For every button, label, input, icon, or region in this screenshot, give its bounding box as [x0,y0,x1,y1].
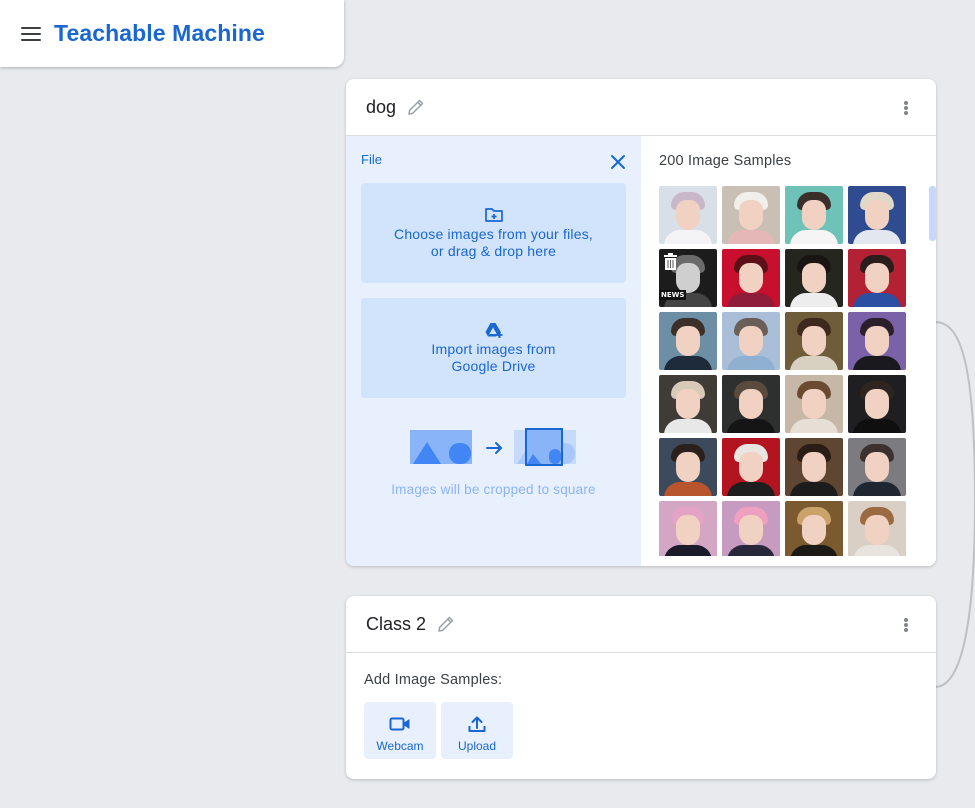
sample-thumbnail[interactable] [848,249,906,307]
class-card-dog: dog File Choose images from your files, … [346,79,936,566]
sample-thumbnail[interactable] [785,186,843,244]
sample-thumbnail[interactable] [785,312,843,370]
sample-thumbnail[interactable] [785,438,843,496]
sample-thumbnail[interactable]: NEWS [659,249,717,307]
sample-thumbnail[interactable] [722,375,780,433]
pencil-icon[interactable] [436,614,456,634]
file-label: File [361,152,382,167]
sample-thumbnail[interactable] [722,501,780,556]
sample-thumbnail[interactable] [659,312,717,370]
more-vert-icon[interactable] [898,617,914,633]
sample-thumbnail[interactable] [848,375,906,433]
webcam-button[interactable]: Webcam [364,702,436,759]
samples-scrollbar[interactable] [929,186,936,241]
google-drive-icon [485,323,502,338]
sample-thumbnail[interactable] [722,186,780,244]
app-header: Teachable Machine [0,0,344,67]
sample-thumbnail[interactable] [785,249,843,307]
sample-thumbnail[interactable] [722,312,780,370]
sample-thumbnail[interactable] [848,186,906,244]
upload-button[interactable]: Upload [441,702,513,759]
sample-thumbnail[interactable] [785,375,843,433]
video-camera-icon [389,717,410,731]
sample-thumbnail[interactable] [659,501,717,556]
samples-count: 200 Image Samples [659,153,792,169]
sample-thumbnail[interactable] [848,312,906,370]
menu-icon[interactable] [21,26,41,42]
drive-line2: Google Drive [451,358,536,374]
sample-thumbnail[interactable] [659,186,717,244]
samples-grid: NEWS [659,186,909,556]
folder-add-icon [484,208,503,222]
class-card-header: Class 2 [346,596,936,653]
sample-thumbnail[interactable] [848,501,906,556]
news-tag: NEWS [659,290,687,300]
class-card-class-2: Class 2 Add Image Samples: Webcam Upload [346,596,936,779]
choose-files-line1: Choose images from your files, [394,226,593,242]
crop-note: Images will be cropped to square [391,482,596,497]
add-samples-label: Add Image Samples: [364,672,503,688]
sample-thumbnail[interactable] [659,375,717,433]
app-title: Teachable Machine [54,20,265,46]
samples-panel: 200 Image Samples NEWS [641,136,936,566]
class-name[interactable]: Class 2 [366,614,426,635]
upload-icon [468,716,486,732]
close-icon[interactable] [609,153,627,171]
upload-panel: File Choose images from your files, or d… [346,136,641,566]
connector-line [934,321,975,688]
class-card-header: dog [346,79,936,136]
upload-label: Upload [457,739,497,753]
sample-thumbnail[interactable] [785,501,843,556]
sample-thumbnail[interactable] [848,438,906,496]
trash-icon[interactable] [662,253,679,271]
webcam-label: Webcam [376,739,424,753]
drive-line1: Import images from [431,341,556,357]
sample-thumbnail[interactable] [722,438,780,496]
crop-illustration [410,428,576,466]
choose-files-line2: or drag & drop here [430,243,557,259]
google-drive-button[interactable]: Import images from Google Drive [361,298,626,398]
sample-thumbnail[interactable] [722,249,780,307]
choose-files-button[interactable]: Choose images from your files, or drag &… [361,183,626,283]
class-name[interactable]: dog [366,97,396,118]
sample-thumbnail[interactable] [659,438,717,496]
more-vert-icon[interactable] [898,100,914,116]
pencil-icon[interactable] [406,97,426,117]
